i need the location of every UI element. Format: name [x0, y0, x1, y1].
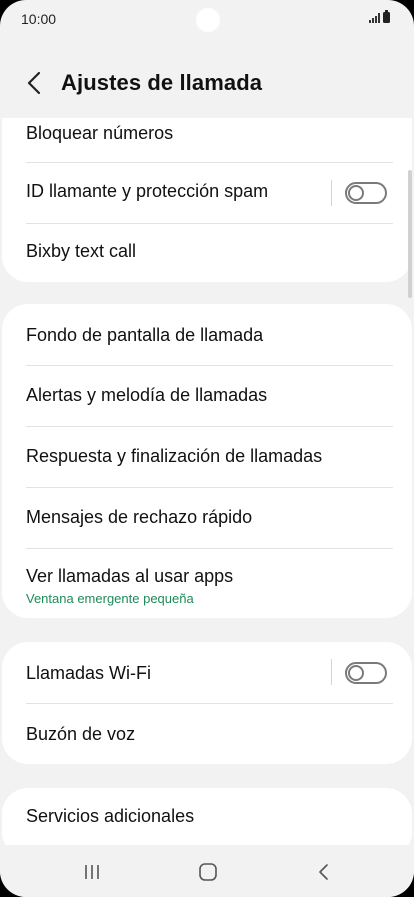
row-label: Bloquear números	[26, 123, 174, 143]
toggle-separator	[331, 180, 332, 206]
row-additional-services[interactable]: Servicios adicionales	[2, 788, 412, 845]
nav-home-button[interactable]	[197, 861, 219, 883]
recents-icon	[85, 865, 99, 879]
row-label: Fondo de pantalla de llamada	[26, 325, 264, 345]
card-call-display: Fondo de pantalla de llamada Alertas y m…	[2, 304, 412, 618]
toggle-knob	[348, 185, 364, 201]
scrollbar[interactable]	[408, 170, 412, 298]
card-blocking: Bloquear números ID llamante y protecció…	[2, 118, 412, 282]
navigation-bar	[0, 845, 414, 897]
status-bar: 10:00	[0, 0, 414, 40]
row-voicemail[interactable]: Buzón de voz	[2, 704, 412, 765]
row-label: Servicios adicionales	[26, 806, 195, 826]
camera-cutout	[196, 8, 220, 32]
chevron-left-icon	[27, 71, 41, 95]
row-calls-in-apps[interactable]: Ver llamadas al usar apps Ventana emerge…	[2, 549, 412, 618]
signal-icon	[369, 13, 380, 23]
row-label: Ver llamadas al usar apps	[26, 566, 234, 586]
header: Ajustes de llamada	[0, 60, 414, 108]
row-label: Bixby text call	[26, 241, 137, 261]
row-sublabel: Ventana emergente pequeña	[26, 591, 194, 606]
status-time: 10:00	[21, 11, 57, 27]
nav-back-button[interactable]	[314, 861, 334, 883]
toggle-knob	[348, 665, 364, 681]
card-more: Servicios adicionales	[2, 788, 412, 845]
toggle-separator	[331, 659, 332, 685]
row-bixby-text-call[interactable]: Bixby text call	[2, 224, 412, 285]
row-answer-end[interactable]: Respuesta y finalización de llamadas	[2, 427, 412, 488]
row-label: Mensajes de rechazo rápido	[26, 507, 253, 527]
row-label: Buzón de voz	[26, 724, 136, 744]
row-quick-decline[interactable]: Mensajes de rechazo rápido	[2, 488, 412, 549]
status-icons	[369, 10, 390, 23]
row-label: ID llamante y protección spam	[26, 181, 269, 201]
card-network: Llamadas Wi-Fi Buzón de voz	[2, 642, 412, 764]
settings-list[interactable]: Bloquear números ID llamante y protecció…	[0, 118, 414, 845]
home-icon	[199, 863, 217, 881]
wifi-calling-toggle[interactable]	[345, 662, 387, 684]
row-label: Llamadas Wi-Fi	[26, 663, 152, 683]
row-block-numbers[interactable]: Bloquear números	[2, 118, 412, 157]
row-label: Alertas y melodía de llamadas	[26, 385, 268, 405]
row-wifi-calling[interactable]: Llamadas Wi-Fi	[2, 642, 412, 703]
row-alerts-ringtone[interactable]: Alertas y melodía de llamadas	[2, 366, 412, 427]
nav-recents-button[interactable]	[82, 863, 102, 881]
row-call-wallpaper[interactable]: Fondo de pantalla de llamada	[2, 304, 412, 365]
battery-icon	[383, 10, 390, 23]
back-icon	[319, 864, 328, 880]
row-label: Respuesta y finalización de llamadas	[26, 446, 323, 466]
row-caller-id-spam[interactable]: ID llamante y protección spam	[2, 163, 412, 224]
screen: 10:00 Ajustes de llamada Bloquear número…	[0, 0, 414, 897]
caller-id-toggle[interactable]	[345, 182, 387, 204]
back-button[interactable]	[20, 68, 50, 98]
page-title: Ajustes de llamada	[61, 70, 263, 95]
